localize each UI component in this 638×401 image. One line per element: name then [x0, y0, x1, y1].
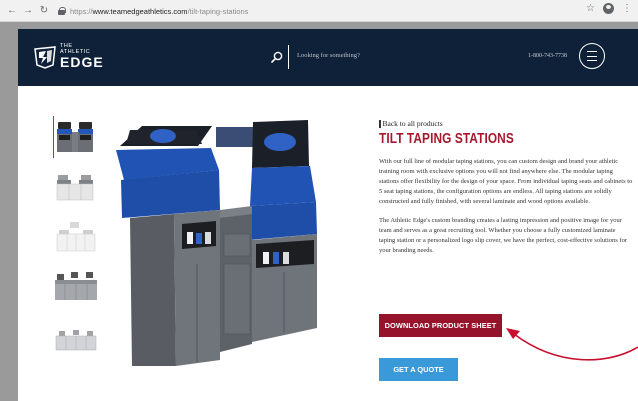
search-icon[interactable] — [271, 51, 283, 63]
logo-mark-icon — [34, 45, 56, 69]
page-title: TILT TAPING STATIONS — [379, 131, 514, 147]
star-icon[interactable]: ☆ — [586, 3, 595, 14]
back-link[interactable]: Back to all products — [379, 119, 635, 128]
phone-number[interactable]: 1-800-743-7738 — [528, 53, 567, 59]
back-link-bar — [379, 119, 381, 128]
product-description: With our full line of modular taping sta… — [379, 158, 633, 205]
arrow-right-icon[interactable]: → — [22, 4, 34, 18]
thumbnail[interactable] — [53, 216, 99, 258]
product-image — [116, 120, 317, 366]
thumbnail[interactable] — [53, 266, 99, 308]
url-text: https://www.teamedgeathletics.com/tilt-t… — [70, 6, 249, 16]
kebab-icon[interactable]: ⋮ — [622, 3, 632, 14]
arrow-left-icon[interactable]: ← — [6, 4, 18, 18]
hamburger-icon[interactable] — [579, 43, 605, 69]
site-logo[interactable]: THE ATHLETIC EDGE — [33, 43, 104, 70]
lock-icon — [58, 7, 66, 15]
thumbnail[interactable] — [53, 319, 99, 361]
download-product-sheet-button[interactable]: DOWNLOAD PRODUCT SHEET — [379, 314, 502, 337]
logo-edge: EDGE — [60, 54, 104, 70]
page-viewport: THE ATHLETIC EDGE Looking for something?… — [18, 29, 638, 401]
branding-description: The Athletic Edge's custom branding crea… — [379, 217, 627, 254]
annotation-arrow-icon — [506, 328, 638, 361]
thumbnail[interactable] — [53, 166, 99, 208]
profile-icon[interactable] — [603, 3, 614, 14]
get-a-quote-button[interactable]: GET A QUOTE — [379, 358, 458, 381]
back-link-label[interactable]: Back to all products — [383, 119, 443, 128]
reload-icon[interactable]: ↻ — [38, 4, 50, 18]
thumbnail[interactable] — [53, 116, 99, 158]
product-details: Back to all products TILT TAPING STATION… — [379, 119, 635, 256]
browser-toolbar: ← → ↻ https://www.teamedgeathletics.com/… — [0, 0, 638, 22]
search-divider — [288, 45, 289, 69]
site-header: THE ATHLETIC EDGE Looking for something?… — [18, 29, 638, 86]
search-input[interactable]: Looking for something? — [297, 52, 360, 59]
address-bar[interactable]: https://www.teamedgeathletics.com/tilt-t… — [58, 3, 606, 19]
